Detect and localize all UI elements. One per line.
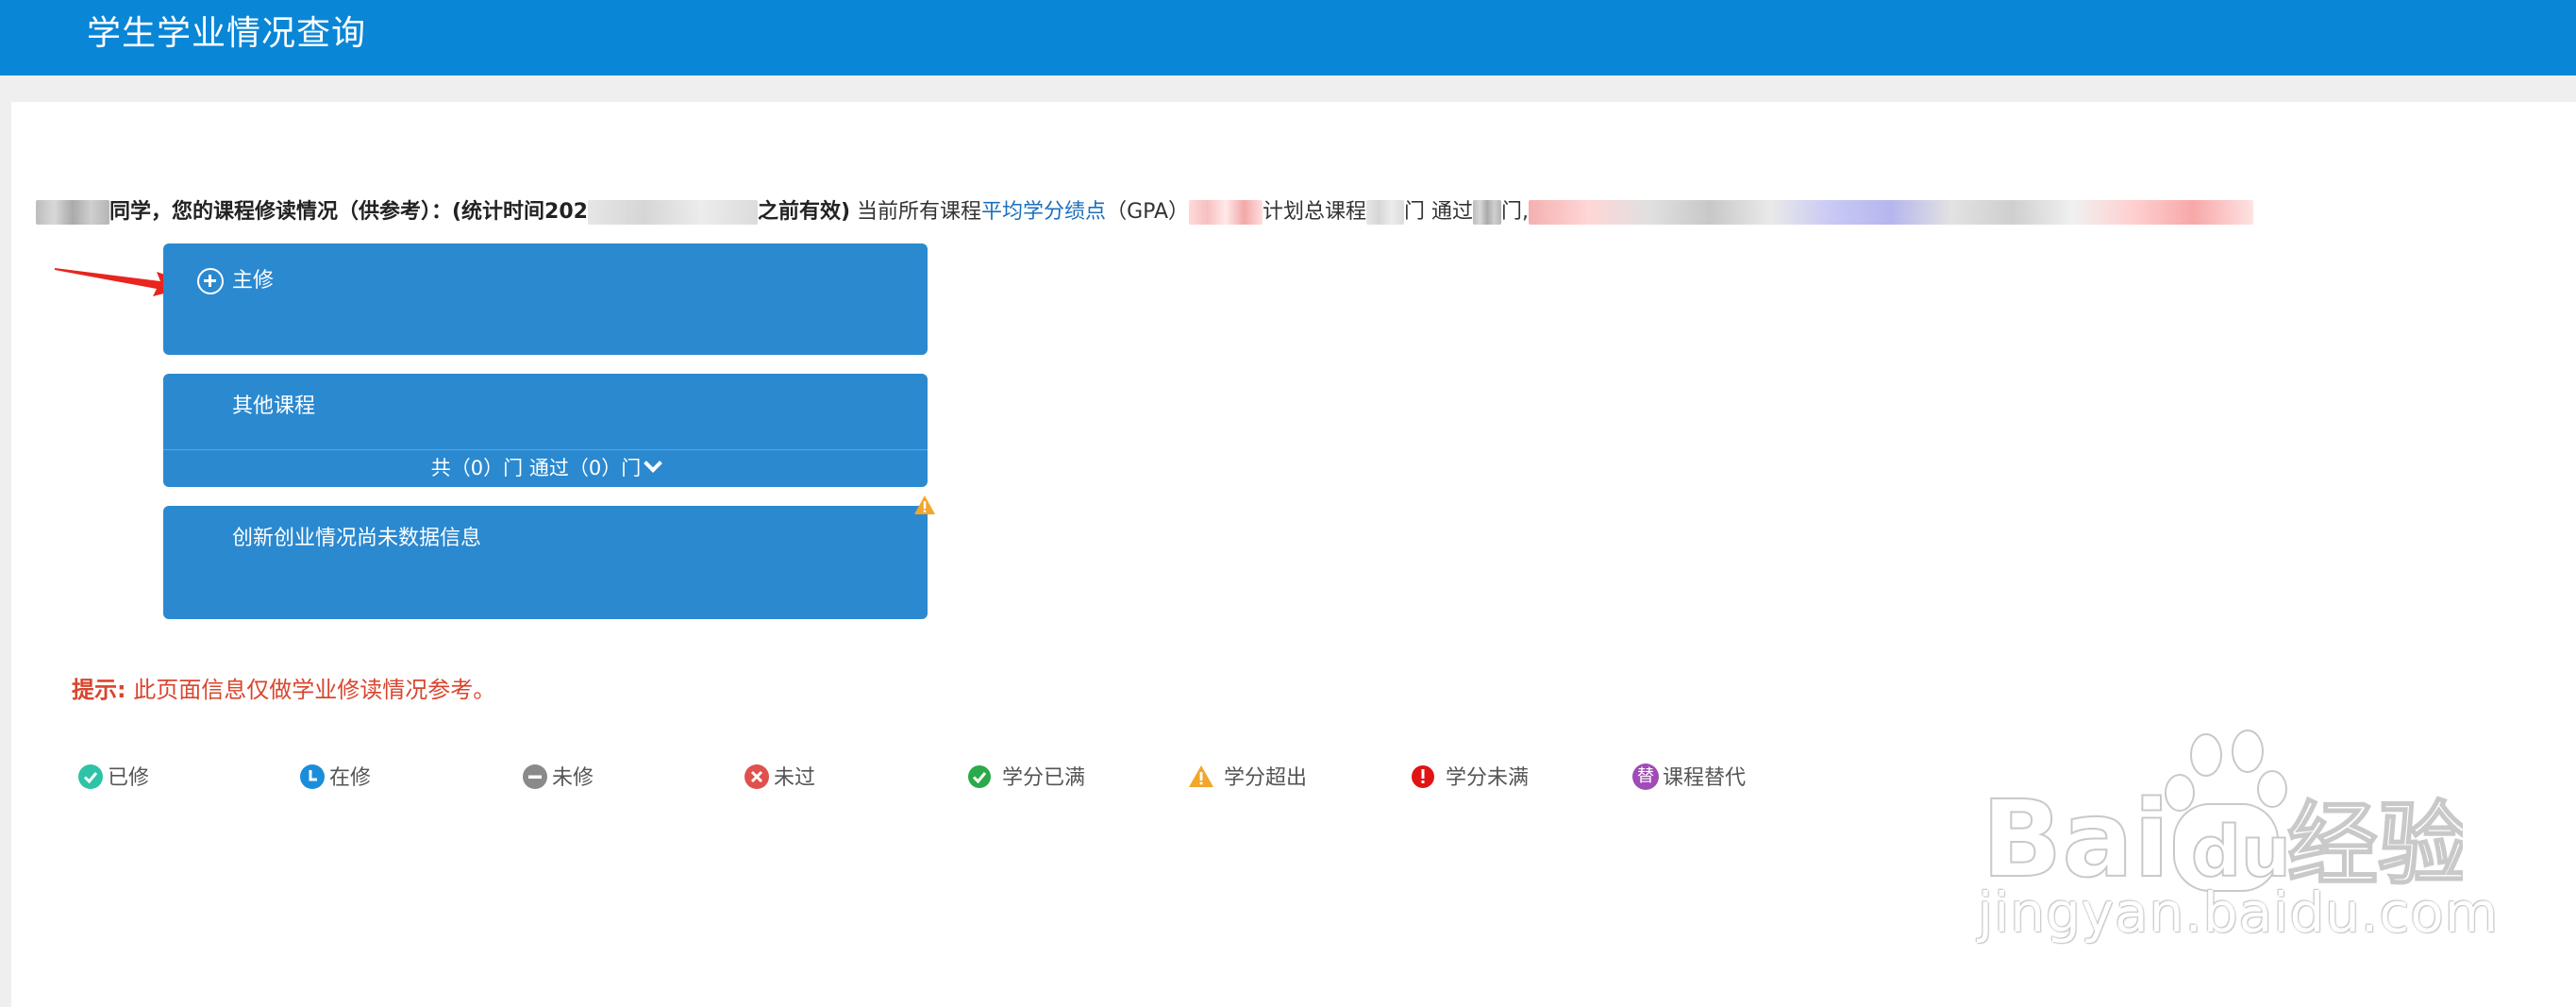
legend-label: 已修 [108,766,150,790]
major-panel-title: 主修 [232,269,275,293]
summary-time-text: 之前有效) [757,200,851,224]
legend-label: 学分未满 [1446,766,1530,790]
tip-message: 此页面信息仅做学业修读情况参考。 [125,677,496,703]
course-summary: 同学，您的课程修读情况（供参考）：(统计时间202 之前有效) 当前所有课程平均学… [36,196,2357,228]
gpa-link[interactable]: 平均学分绩点 [981,200,1106,224]
other-courses-title: 其他课程 [232,394,316,418]
legend-item-completed: 已修 [77,763,149,795]
legend-label: 学分超出 [1224,766,1308,790]
legend-label: 课程替代 [1663,766,1747,790]
summary-gpa-prefix: 当前所有课程 [850,200,982,224]
innovation-panel-title: 创新创业情况尚未数据信息 [232,527,482,550]
check-circle-icon [78,764,103,789]
summary-pass-text: 门 通过 [1404,200,1474,224]
legend-label: 学分已满 [1002,766,1086,790]
redacted-date [587,200,758,225]
other-courses-panel[interactable]: 其他课程 共（0）门 通过（0）门 [163,374,928,487]
warning-triangle-icon [1189,765,1213,787]
panel-divider [163,449,928,450]
summary-student-text: 同学，您的课程修读情况（供参考）：(统计时间202 [109,200,588,224]
page: 学生学业情况查询 同学，您的课程修读情况（供参考）：(统计时间202 之前有效) … [0,0,2576,1007]
warning-icon [914,495,935,514]
tip-label: 提示: [72,677,126,703]
summary-plan-text: 计划总课程 [1263,200,1367,224]
legend-label: 在修 [329,766,372,790]
check-circle-icon [968,765,991,788]
redacted-total [1366,200,1405,225]
innovation-panel[interactable]: 创新创业情况尚未数据信息 [163,506,928,619]
legend-item-failed: 未过 [744,763,815,795]
redacted-gpa [1189,200,1263,225]
legend-item-in-progress: 在修 [299,763,371,795]
redacted-name [36,200,109,225]
watermark-url: jingyan.baidu.com [1978,881,2500,945]
exclamation-circle-icon [1412,765,1434,788]
expand-plus-icon[interactable] [197,268,224,294]
legend-item-credits-full: 学分已满 [966,763,1085,795]
redacted-details [1529,200,2254,225]
other-courses-count: 共（0）门 通过（0）门 [430,457,642,479]
summary-end-text: 门, [1501,200,1530,224]
legend-item-credits-exceeded: 学分超出 [1188,763,1307,795]
chevron-down-icon[interactable] [644,454,663,473]
x-circle-icon [744,764,769,789]
substitute-icon: 替 [1632,764,1659,790]
major-panel[interactable]: 主修 [163,243,928,355]
clock-icon [300,764,325,789]
summary-gpa-suffix: （GPA） [1106,200,1190,224]
header-bar: 学生学业情况查询 [0,0,2576,76]
minus-circle-icon [523,764,547,789]
other-courses-footer[interactable]: 共（0）门 通过（0）门 [163,451,928,485]
legend-item-not-taken: 未修 [522,763,594,795]
legend-item-substitute: 替课程替代 [1632,763,1746,795]
tip-text: 提示: 此页面信息仅做学业修读情况参考。 [72,674,495,706]
legend-label: 未过 [774,766,816,790]
legend-item-credits-insufficient: 学分未满 [1410,763,1529,795]
legend-label: 未修 [552,766,594,790]
page-title: 学生学业情况查询 [87,14,367,53]
redacted-pass [1473,200,1502,225]
